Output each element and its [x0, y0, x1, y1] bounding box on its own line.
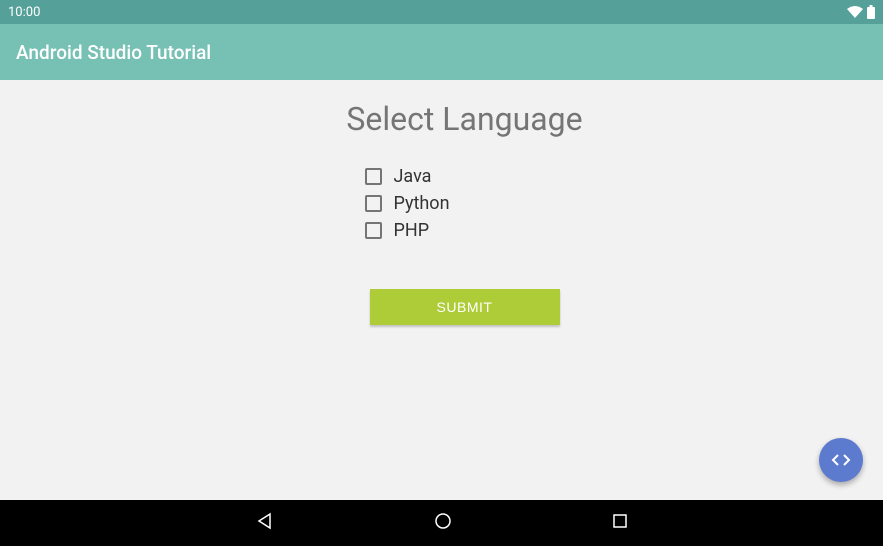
status-time: 10:00 [8, 5, 40, 20]
checkbox-icon [365, 195, 382, 212]
checkbox-label: Java [394, 166, 432, 187]
fab-code-button[interactable] [819, 438, 863, 482]
checkbox-icon [365, 222, 382, 239]
checkbox-java[interactable]: Java [365, 166, 565, 187]
main-content: Select Language Java Python PHP SUBMIT [0, 80, 883, 325]
nav-recent-button[interactable] [612, 513, 628, 533]
battery-icon [867, 5, 875, 19]
checkbox-label: Python [394, 193, 450, 214]
back-icon [256, 512, 274, 530]
page-heading: Select Language [346, 100, 582, 138]
wifi-icon [847, 6, 863, 18]
status-icons [847, 5, 875, 19]
recent-icon [612, 513, 628, 529]
app-bar: Android Studio Tutorial [0, 24, 883, 80]
checkbox-python[interactable]: Python [365, 193, 565, 214]
home-icon [434, 512, 452, 530]
checkbox-group: Java Python PHP [365, 166, 565, 247]
checkbox-php[interactable]: PHP [365, 220, 565, 241]
checkbox-label: PHP [394, 220, 430, 241]
nav-home-button[interactable] [434, 512, 452, 534]
navigation-bar [0, 500, 883, 546]
code-icon [831, 453, 851, 467]
status-bar: 10:00 [0, 0, 883, 24]
submit-button[interactable]: SUBMIT [370, 289, 560, 325]
app-title: Android Studio Tutorial [16, 41, 211, 64]
nav-back-button[interactable] [256, 512, 274, 534]
checkbox-icon [365, 168, 382, 185]
